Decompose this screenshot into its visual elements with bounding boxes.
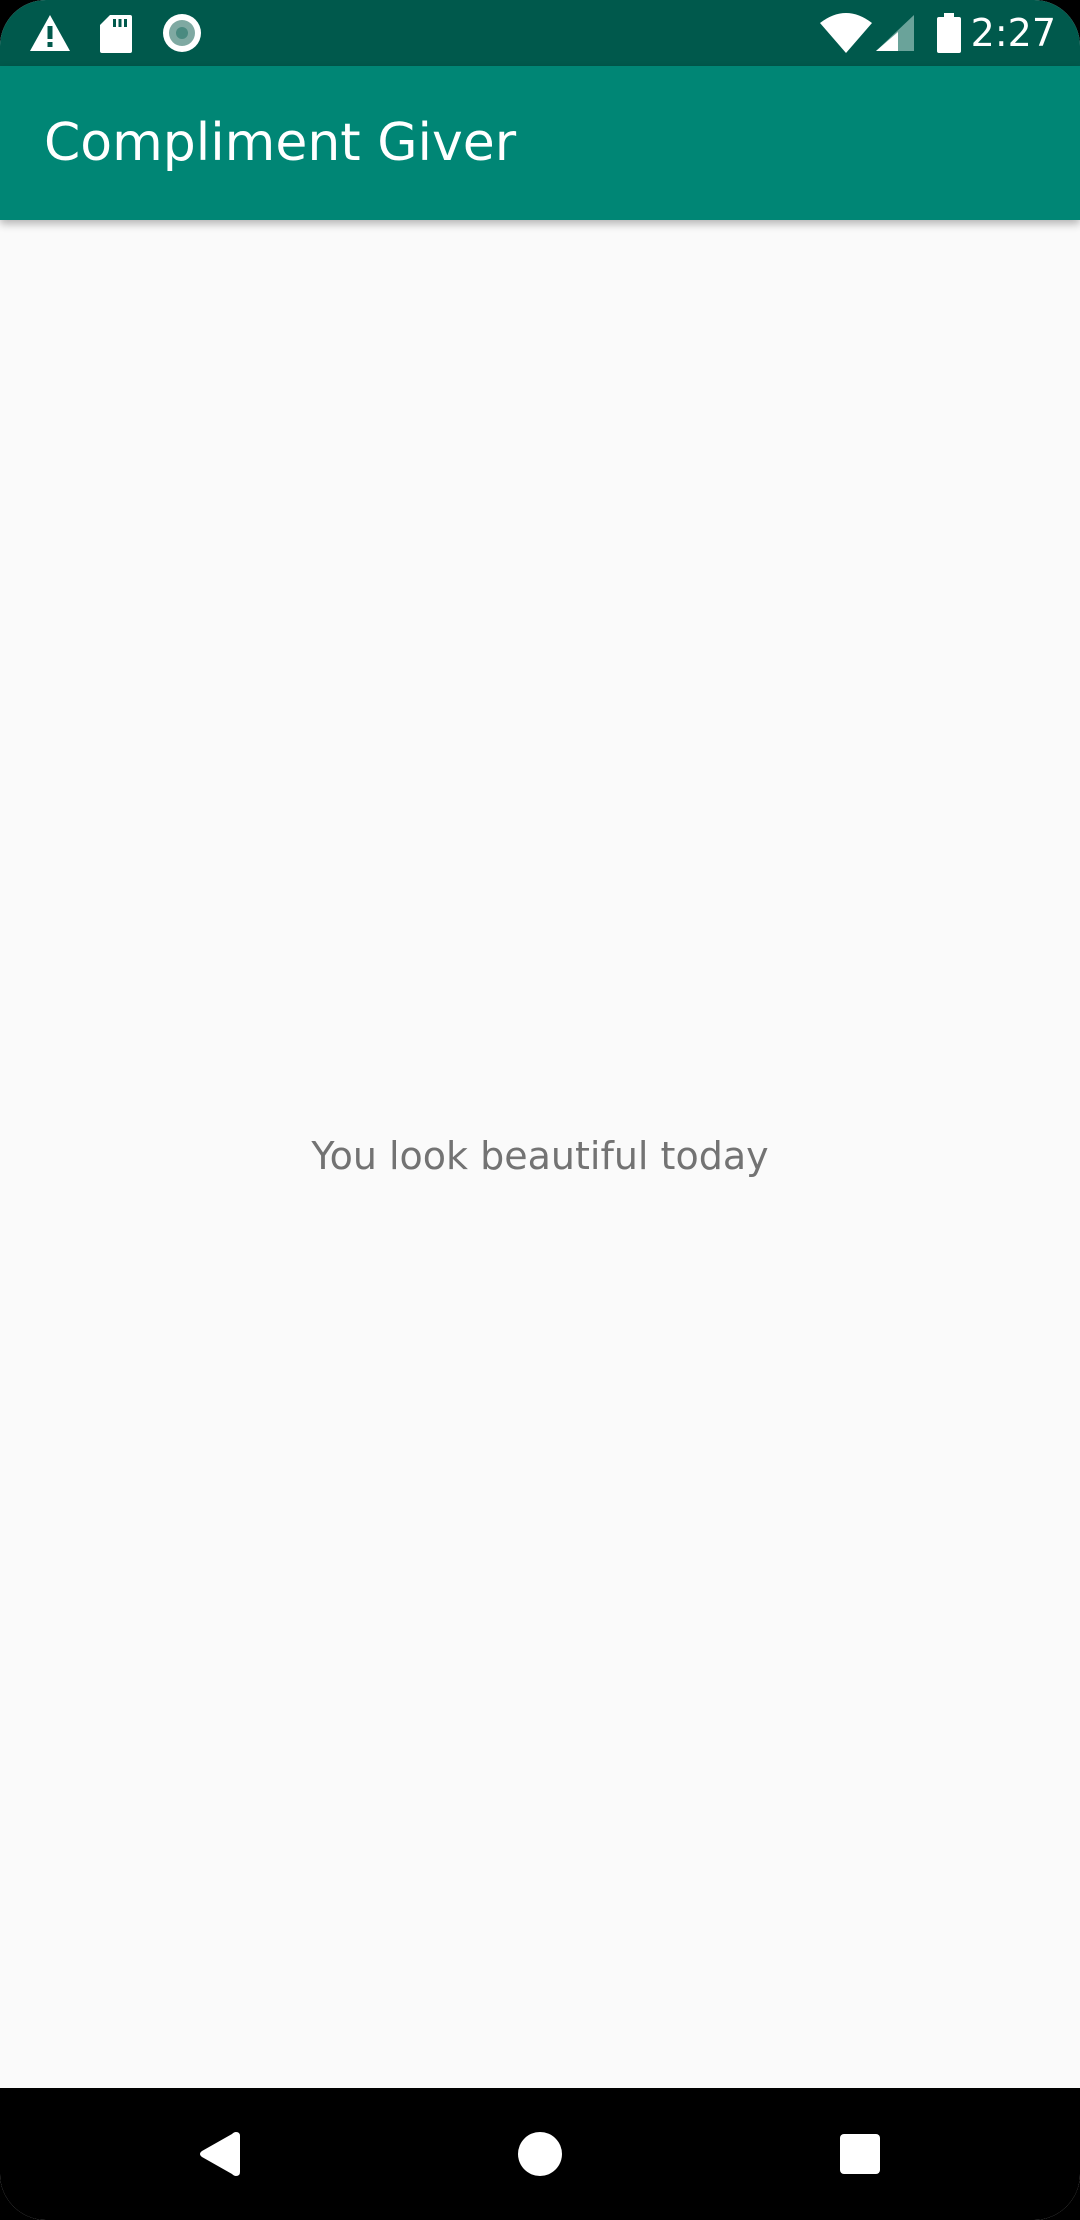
app-bar: Compliment Giver (0, 66, 1080, 220)
record-icon (163, 14, 201, 52)
cellular-signal-icon (876, 15, 914, 51)
status-bar: 2:27 (0, 0, 1080, 66)
back-icon (200, 2132, 240, 2176)
home-icon (518, 2132, 562, 2176)
status-time: 2:27 (970, 11, 1056, 55)
back-button[interactable] (180, 2114, 260, 2194)
home-button[interactable] (500, 2114, 580, 2194)
sd-card-icon (100, 15, 132, 53)
compliment-text: You look beautiful today (311, 1134, 769, 1178)
recents-icon (840, 2134, 880, 2174)
warning-icon (30, 15, 70, 51)
battery-icon (937, 13, 961, 53)
phone-screen: 2:27 Compliment Giver You look beautiful… (0, 0, 1080, 2220)
recents-button[interactable] (820, 2114, 900, 2194)
page-title: Compliment Giver (44, 113, 517, 173)
wifi-icon (820, 13, 872, 53)
navigation-bar (0, 2088, 1080, 2220)
